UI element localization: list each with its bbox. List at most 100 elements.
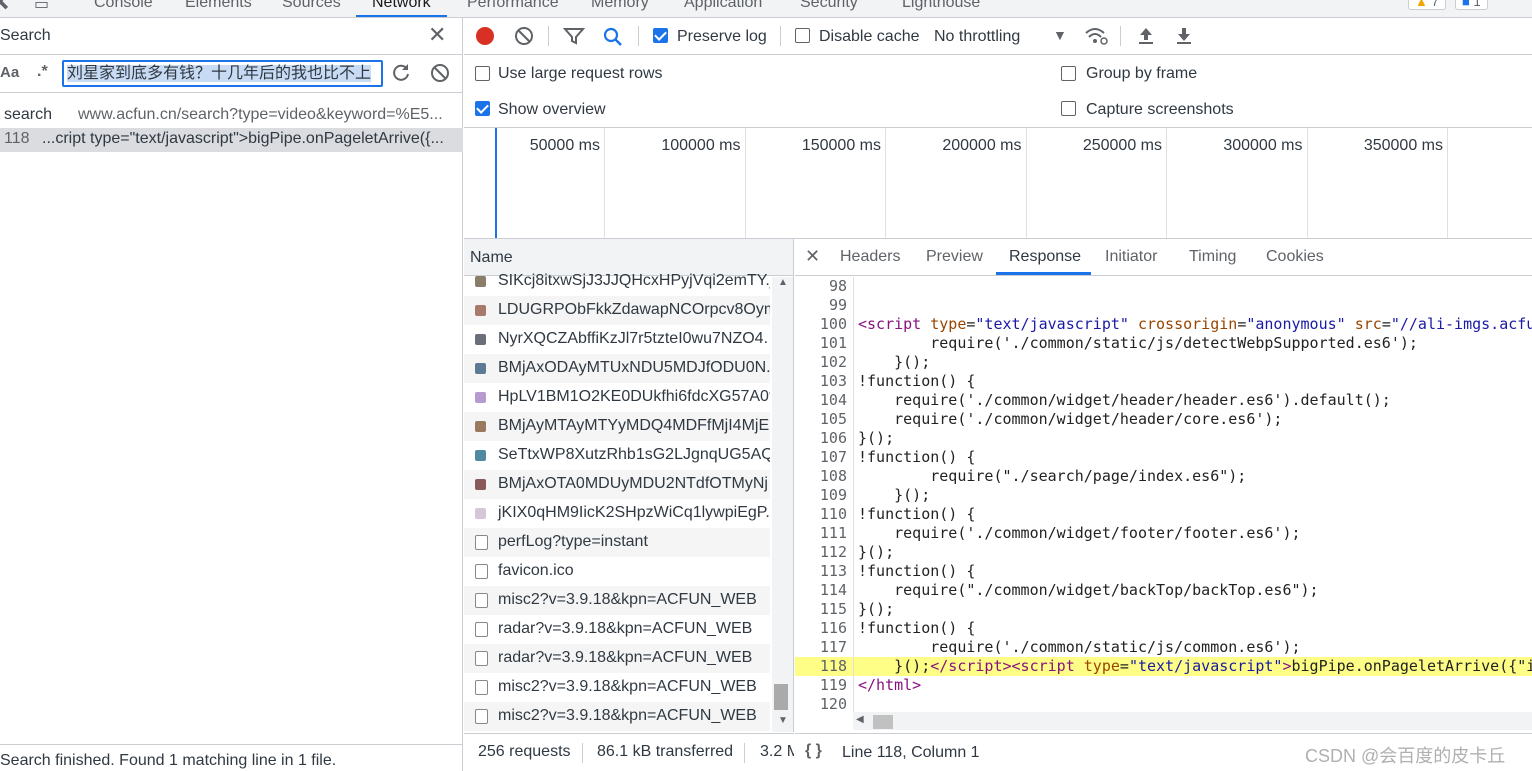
- capture-screenshots-checkbox[interactable]: [1061, 101, 1076, 116]
- request-name: misc2?v=3.9.18&kpn=ACFUN_WEB: [498, 591, 757, 608]
- tab-console[interactable]: Console: [94, 0, 153, 12]
- clear-icon[interactable]: [430, 63, 450, 83]
- request-list-scroll-thumb[interactable]: [774, 684, 788, 710]
- request-name: misc2?v=3.9.18&kpn=ACFUN_WEB: [498, 678, 757, 695]
- line-number: 119: [819, 676, 847, 694]
- line-number: 99: [828, 296, 847, 314]
- tab-cookies[interactable]: Cookies: [1266, 248, 1324, 266]
- request-row[interactable]: misc2?v=3.9.18&kpn=ACFUN_WEB: [464, 702, 770, 731]
- line-number: 109: [819, 486, 847, 504]
- filter-icon[interactable]: [563, 26, 585, 46]
- tab-headers[interactable]: Headers: [840, 248, 900, 266]
- request-list-scrollbar[interactable]: ▲ ▼: [772, 277, 793, 732]
- tab-preview[interactable]: Preview: [926, 248, 983, 266]
- show-overview-label: Show overview: [498, 101, 606, 118]
- tab-application[interactable]: Application: [684, 0, 762, 12]
- network-toolbar: Preserve log Disable cache No throttling…: [464, 18, 1532, 55]
- pretty-print-button[interactable]: { }: [805, 742, 822, 760]
- request-row[interactable]: perfLog?type=instant: [464, 528, 770, 557]
- response-code-viewer[interactable]: 98 99 100 <script type="text/javascript" cr…: [795, 277, 1532, 712]
- code-line: 110 !function() {: [795, 505, 1532, 524]
- request-name: favicon.ico: [498, 562, 574, 579]
- transferred-size: 86.1 kB transferred: [597, 743, 734, 760]
- regex-button[interactable]: .*: [37, 63, 48, 81]
- tab-memory[interactable]: Memory: [591, 0, 649, 12]
- document-file-icon: [475, 651, 488, 666]
- request-row[interactable]: jKIX0qHM9IicK2SHpzWiCq1lywpiEgP.: [464, 499, 770, 528]
- request-row[interactable]: misc2?v=3.9.18&kpn=ACFUN_WEB: [464, 586, 770, 615]
- tab-security[interactable]: Security: [800, 0, 858, 12]
- scroll-up-icon[interactable]: ▲: [778, 277, 788, 288]
- request-name: radar?v=3.9.18&kpn=ACFUN_WEB: [498, 649, 753, 666]
- request-row[interactable]: NyrXQCZAbffiKzJl7r5tzteI0wu7NZO4.: [464, 325, 770, 354]
- throttling-select[interactable]: No throttling: [934, 28, 1020, 46]
- overview-gridline: [885, 128, 886, 238]
- toolbar-divider: [1120, 26, 1121, 46]
- request-row[interactable]: SIKcj8itxwSjJ3JJQHcxHPyjVqi2emTY.jp: [464, 267, 770, 296]
- device-toggle-icon[interactable]: ▭: [34, 0, 49, 14]
- close-icon[interactable]: ✕: [428, 23, 446, 47]
- line-code: }();: [858, 353, 931, 371]
- group-by-frame-checkbox[interactable]: [1061, 66, 1076, 81]
- request-row[interactable]: LDUGRPObFkkZdawapNCOrpcv8Oym: [464, 296, 770, 325]
- close-icon[interactable]: ✕: [805, 246, 820, 267]
- scroll-down-icon[interactable]: ▼: [778, 715, 788, 726]
- search-icon[interactable]: [602, 26, 624, 48]
- tab-sources[interactable]: Sources: [282, 0, 341, 12]
- refresh-icon[interactable]: [390, 61, 412, 83]
- toolbar-divider: [780, 26, 781, 46]
- tab-response[interactable]: Response: [1009, 248, 1081, 266]
- record-icon[interactable]: [475, 26, 495, 46]
- scroll-left-icon[interactable]: ◀: [856, 714, 864, 725]
- line-code: }();: [858, 486, 931, 504]
- clear-log-icon[interactable]: [514, 26, 534, 46]
- toolbar-divider: [638, 26, 639, 46]
- line-number: 105: [819, 410, 847, 428]
- show-overview-checkbox[interactable]: [475, 101, 490, 116]
- request-row[interactable]: radar?v=3.9.18&kpn=ACFUN_WEB: [464, 615, 770, 644]
- tab-performance[interactable]: Performance: [467, 0, 559, 12]
- warning-icon: ▲: [1415, 0, 1428, 9]
- line-code: !function() {: [858, 505, 976, 523]
- request-row[interactable]: BMjAyMTAyMTYyMDQ4MDFfMjI4MjE: [464, 412, 770, 441]
- messages-count: 1: [1473, 0, 1481, 9]
- code-line: 107 !function() {: [795, 448, 1532, 467]
- code-line: 103 !function() {: [795, 372, 1532, 391]
- tab-elements[interactable]: Elements: [185, 0, 252, 12]
- line-number: 100: [819, 315, 847, 333]
- code-scroll-thumb[interactable]: [873, 715, 893, 729]
- inspect-icon[interactable]: ⬉: [0, 0, 9, 14]
- chevron-down-icon[interactable]: ▼: [1053, 27, 1067, 43]
- tab-lighthouse[interactable]: Lighthouse: [902, 0, 980, 12]
- overview-gridline: [604, 128, 605, 238]
- request-row[interactable]: SeTtxWP8XutzRhb1sG2LJgnqUG5AQ.: [464, 441, 770, 470]
- network-conditions-icon[interactable]: [1084, 26, 1108, 46]
- request-row[interactable]: misc2?v=3.9.18&kpn=ACFUN_WEB: [464, 673, 770, 702]
- tab-timing[interactable]: Timing: [1189, 248, 1236, 266]
- preserve-log-checkbox[interactable]: [653, 28, 668, 43]
- request-row[interactable]: BMjAxODAyMTUxNDU5MDJfODU0N.: [464, 354, 770, 383]
- code-line: 111 require('./common/widget/footer/foot…: [795, 524, 1532, 543]
- match-case-button[interactable]: Aa: [0, 64, 19, 81]
- network-overview[interactable]: 50000 ms 100000 ms 150000 ms 200000 ms 25000…: [464, 128, 1532, 239]
- result-line-number: 118: [4, 130, 30, 147]
- request-name: BMjAyMTAyMTYyMDQ4MDFfMjI4MjE: [498, 417, 770, 434]
- import-har-icon[interactable]: [1136, 26, 1156, 46]
- line-number: 116: [819, 619, 847, 637]
- request-row[interactable]: BMjAxOTA0MDUyMDU2NTdfOTMyNj: [464, 470, 770, 499]
- large-rows-checkbox[interactable]: [475, 66, 490, 81]
- warnings-badge[interactable]: ▲ 7: [1408, 0, 1446, 10]
- search-result-line[interactable]: 118 ...cript type="text/javascript">bigP…: [0, 128, 463, 152]
- tab-initiator[interactable]: Initiator: [1105, 248, 1157, 266]
- request-row[interactable]: HpLV1BM1O2KE0DUkfhi6fdcXG57A0f: [464, 383, 770, 412]
- search-result-file[interactable]: search www.acfun.cn/search?type=video&ke…: [0, 104, 463, 126]
- code-horizontal-scrollbar[interactable]: ◀: [853, 712, 1532, 730]
- request-row[interactable]: radar?v=3.9.18&kpn=ACFUN_WEB: [464, 644, 770, 673]
- requests-count: 256 requests: [478, 743, 571, 760]
- disable-cache-checkbox[interactable]: [795, 28, 810, 43]
- export-har-icon[interactable]: [1174, 26, 1194, 46]
- request-row[interactable]: favicon.ico: [464, 557, 770, 586]
- messages-badge[interactable]: ■ 1: [1455, 0, 1488, 10]
- tab-network[interactable]: Network: [372, 0, 431, 12]
- search-input[interactable]: 刘星家到底多有钱？十几年后的我也比不上: [62, 60, 383, 87]
